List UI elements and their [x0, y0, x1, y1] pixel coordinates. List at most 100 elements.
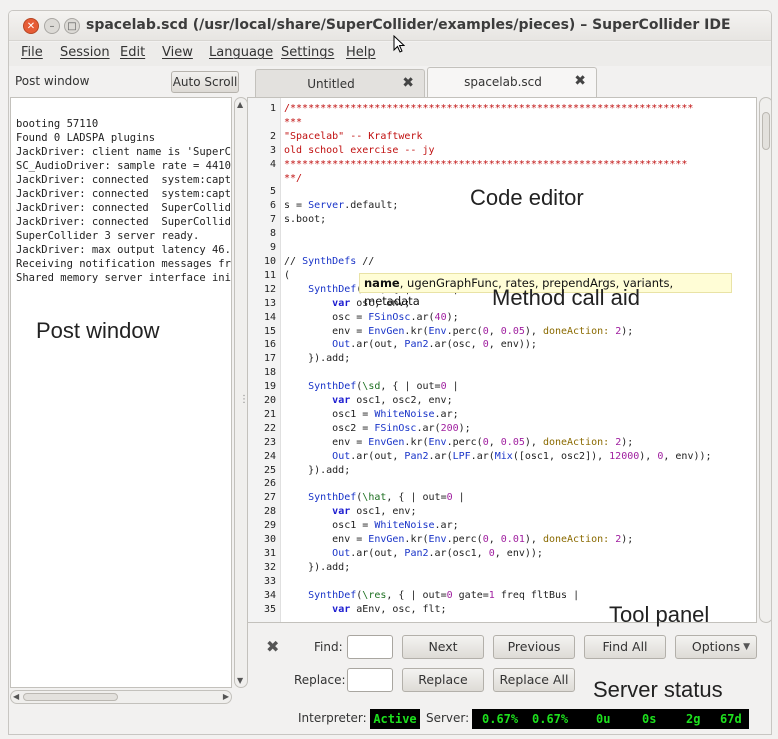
annotation-method-call-aid: Method call aid — [492, 285, 640, 310]
options-dropdown[interactable]: Options ▼ — [675, 635, 757, 659]
server-groups: 2g — [686, 712, 701, 726]
code-line: }).add; — [284, 464, 351, 476]
code-line: env = EnvGen.kr(Env.perc(0, 0.05), doneA… — [284, 325, 634, 337]
line-number: 1 — [269, 103, 276, 114]
line-number: 27 — [263, 492, 276, 504]
replace-label: Replace: — [294, 673, 346, 687]
horizontal-scroll-thumb[interactable] — [23, 693, 118, 701]
code-line: **/ — [284, 172, 303, 184]
line-number: 25 — [263, 464, 276, 476]
menu-settings[interactable]: Settings — [281, 45, 334, 60]
server-cpu-average: 0.67% — [482, 712, 519, 726]
post-window-title: Post window — [15, 74, 90, 88]
code-line: *** — [284, 116, 303, 128]
menu-bar: File Session Edit View Language Settings… — [9, 42, 771, 66]
line-number: 22 — [263, 422, 276, 434]
scroll-left-arrow-icon[interactable]: ◀ — [13, 692, 19, 701]
code-editor[interactable]: 1 234 5 6 7 8 9 10 11 12 13 14 15 16 17 18 19 20 21 22 23 2… — [247, 97, 757, 623]
line-number: 14 — [263, 311, 276, 323]
code-line: var osc1, env; — [332, 506, 417, 518]
tab-close-icon[interactable]: ✖ — [402, 75, 414, 91]
scroll-right-arrow-icon[interactable]: ▶ — [223, 692, 229, 701]
code-line: s.boot; — [284, 214, 327, 226]
interpreter-label: Interpreter: — [298, 711, 367, 725]
code-line: osc1 = WhiteNoise.ar; — [284, 520, 459, 532]
maximize-window-icon[interactable]: □ — [64, 18, 80, 34]
replace-input[interactable] — [347, 668, 393, 692]
line-number: 10 — [263, 255, 276, 267]
code-line: osc1 = WhiteNoise.ar; — [284, 408, 459, 420]
post-window-horizontal-scrollbar[interactable]: ◀ ▶ — [10, 690, 232, 704]
menu-session[interactable]: Session — [60, 45, 110, 60]
post-window-line: booting 57110 — [16, 118, 99, 130]
method-call-aid-current-arg: name — [364, 276, 400, 290]
find-input[interactable] — [347, 635, 393, 659]
code-line: old school exercise -- jy — [284, 144, 435, 156]
code-line: env = EnvGen.kr(Env.perc(0, 0.01), doneA… — [284, 534, 634, 546]
line-number: 12 — [263, 283, 276, 295]
window-title: spacelab.scd (/usr/local/share/SuperColl… — [86, 17, 731, 33]
line-number — [264, 116, 276, 130]
server-status-display[interactable]: 0.67% 0.67% 0u 0s 2g 67d — [472, 709, 749, 729]
tab-spacelab[interactable]: spacelab.scd ✖ — [427, 67, 597, 97]
code-line: Out.ar(out, Pan2.ar(LPF.ar(Mix([osc1, os… — [332, 450, 712, 462]
code-line: ****************************************… — [284, 158, 688, 170]
code-line: // SynthDefs // — [284, 255, 375, 267]
line-number: 20 — [263, 395, 276, 407]
minimize-window-icon[interactable]: – — [44, 18, 60, 34]
close-window-icon[interactable]: ✕ — [23, 18, 39, 34]
close-tool-panel-icon[interactable]: ✖ — [266, 637, 279, 656]
line-number: 17 — [263, 353, 276, 365]
code-line: SynthDef(\res, { | out=0 gate=1 freq flt… — [308, 589, 580, 601]
interpreter-status[interactable]: Active — [370, 709, 420, 729]
ide-window: ✕ – □ spacelab.scd (/usr/local/share/Sup… — [8, 10, 772, 735]
code-text[interactable]: /***************************************… — [284, 102, 712, 617]
post-window-lines: booting 57110 Found 0 LADSPA plugins JackD… — [16, 117, 232, 285]
tab-close-icon[interactable]: ✖ — [574, 73, 586, 89]
line-number: 31 — [263, 548, 276, 559]
code-line: osc2 = FSinOsc.ar(200); — [284, 422, 471, 434]
editor-vertical-scrollbar[interactable] — [759, 97, 771, 623]
annotation-tool-panel: Tool panel — [609, 602, 710, 627]
tab-label: Untitled — [307, 77, 355, 91]
annotation-code-editor: Code editor — [470, 185, 584, 210]
post-window-vertical-scrollbar[interactable]: ▲ ▼ — [234, 97, 248, 688]
replace-button[interactable]: Replace — [402, 668, 484, 692]
post-window-header: Post window Auto Scroll — [9, 67, 241, 97]
server-synths: 0s — [642, 712, 657, 726]
tab-untitled[interactable]: Untitled ✖ — [255, 69, 425, 97]
auto-scroll-button[interactable]: Auto Scroll — [171, 71, 239, 93]
replace-all-button[interactable]: Replace All — [493, 668, 575, 692]
line-number: 33 — [263, 575, 276, 587]
post-window-line: JackDriver: connected SuperCollider — [16, 202, 232, 214]
code-line: "Spacelab" -- Kraftwerk — [284, 130, 423, 142]
menu-help[interactable]: Help — [346, 45, 376, 60]
post-window-line: JackDriver: max output latency 46.4 — [16, 244, 232, 256]
menu-language[interactable]: Language — [209, 45, 273, 60]
line-number: 19 — [263, 381, 276, 393]
line-numbers: 1 234 5 6 7 8 9 10 11 12 13 14 15 16 17 18 19 20 21 22 23 2… — [264, 102, 276, 617]
menu-file[interactable]: File — [21, 45, 43, 60]
scroll-down-arrow-icon[interactable]: ▼ — [237, 676, 243, 685]
line-number: 35 — [263, 603, 276, 615]
find-all-button[interactable]: Find All — [584, 635, 666, 659]
scroll-up-arrow-icon[interactable]: ▲ — [237, 100, 243, 109]
server-synthdefs: 67d — [720, 712, 742, 726]
code-line: SynthDef(\hat, { | out=0 | — [308, 492, 465, 504]
code-line: osc = FSinOsc.ar(40); — [284, 311, 459, 323]
annotation-post-window: Post window — [36, 318, 160, 343]
find-next-button[interactable]: Next — [402, 635, 484, 659]
line-number: 34 — [263, 589, 276, 601]
find-previous-button[interactable]: Previous — [493, 635, 575, 659]
code-line: Out.ar(out, Pan2.ar(osc, 0, env)); — [332, 339, 537, 351]
vertical-scroll-thumb[interactable] — [762, 112, 770, 150]
server-cpu-peak: 0.67% — [532, 712, 569, 726]
post-window-text[interactable]: booting 57110 Found 0 LADSPA plugins JackD… — [10, 97, 232, 688]
menu-view[interactable]: View — [162, 45, 193, 60]
chevron-down-icon: ▼ — [743, 642, 750, 652]
line-number: 6 — [269, 200, 276, 212]
menu-edit[interactable]: Edit — [120, 45, 145, 60]
line-number: 4 — [269, 158, 276, 170]
